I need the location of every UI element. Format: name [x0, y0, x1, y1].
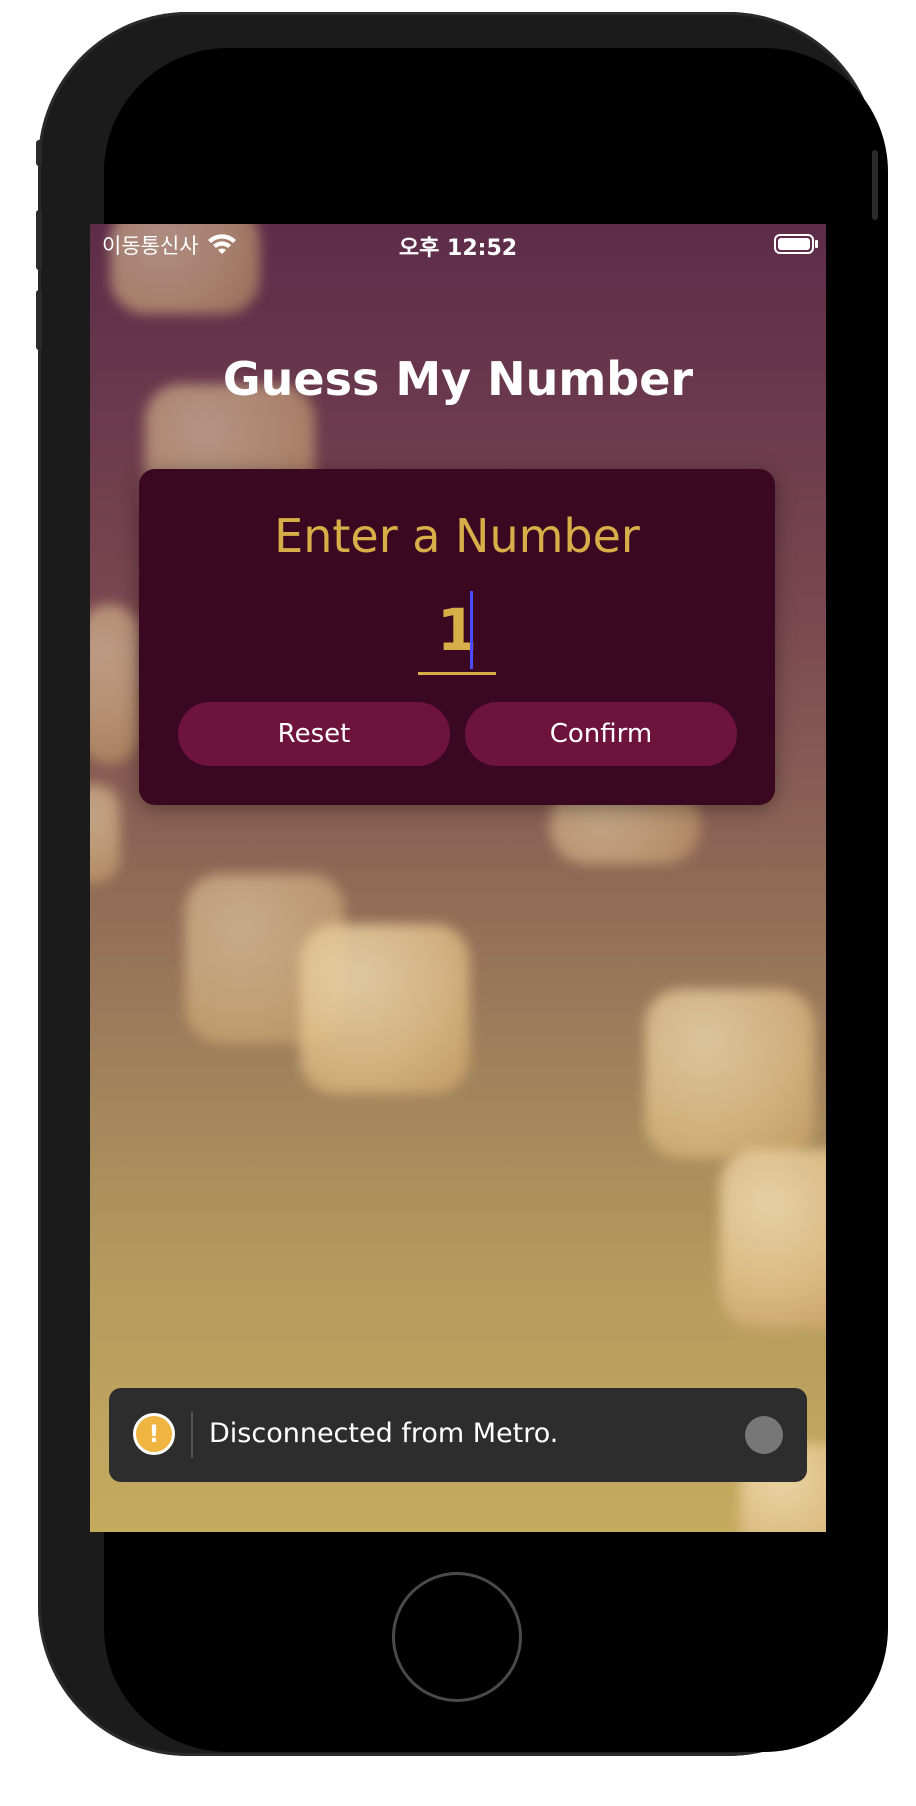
status-bar: 이동통신사 오후 12:52: [90, 224, 826, 266]
dismiss-button[interactable]: [745, 1416, 783, 1454]
background-dice: [645, 989, 815, 1159]
confirm-button[interactable]: Confirm: [465, 702, 737, 766]
background-dice: [300, 924, 470, 1094]
volume-up-button: [36, 210, 42, 270]
text-caret: [470, 591, 473, 669]
toast-message: Disconnected from Metro.: [209, 1418, 559, 1449]
warning-icon: !: [133, 1413, 175, 1455]
reset-button[interactable]: Reset: [178, 702, 450, 766]
number-input[interactable]: [418, 587, 496, 675]
page-title: Guess My Number: [222, 352, 694, 406]
app-screen: 이동통신사 오후 12:52 Guess My Number Enter a N…: [90, 224, 826, 1532]
background-dice: [720, 1149, 826, 1329]
volume-down-button: [36, 290, 42, 350]
battery-level: [778, 238, 810, 250]
input-label: Enter a Number: [274, 509, 640, 563]
battery-icon: [774, 234, 814, 254]
metro-toast[interactable]: ! Disconnected from Metro.: [109, 1388, 807, 1482]
background-dice: [90, 784, 120, 884]
input-card: Enter a Number Reset Confirm: [139, 469, 775, 805]
toast-divider: [191, 1412, 193, 1458]
silent-switch: [36, 140, 42, 166]
power-button: [872, 150, 878, 220]
status-time: 오후 12:52: [398, 236, 518, 261]
battery-tip: [815, 240, 818, 248]
home-button[interactable]: [392, 1572, 522, 1702]
background-dice: [90, 604, 140, 764]
